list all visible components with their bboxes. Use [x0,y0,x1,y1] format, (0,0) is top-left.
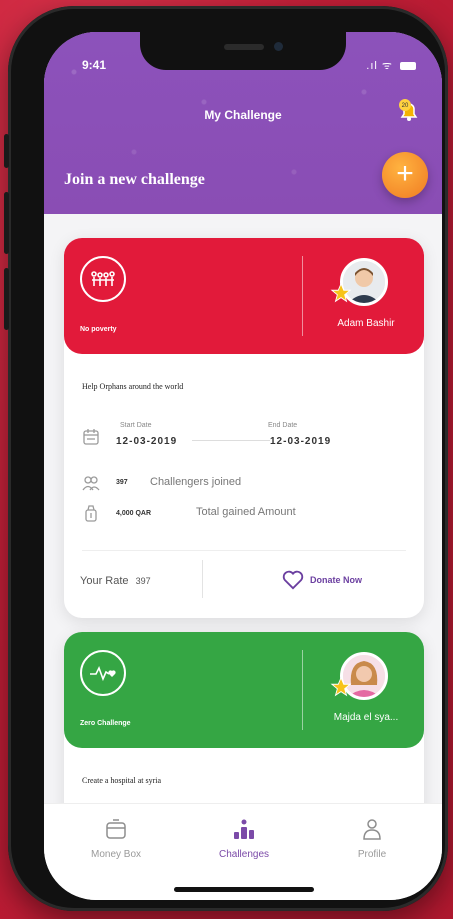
tab-profile[interactable]: Profile [322,818,422,860]
speaker [224,44,264,50]
add-challenge-button[interactable]: + [382,152,428,198]
donate-now-button[interactable]: Donate Now [282,570,362,590]
users-icon [82,476,100,491]
signal-icon: .ıl [366,60,378,72]
owner-name: Adam Bashir [337,318,395,329]
heart-icon [282,570,304,590]
joined-count: 397 [116,479,128,486]
front-camera [274,42,283,51]
card-1-header: No poverty Adam Bashir [64,238,424,354]
donate-label: Donate Now [310,575,363,585]
rate-label: Your Rate [80,575,129,587]
start-date: 12-03-2019 [116,436,178,447]
join-challenge-label[interactable]: Join a new challenge [64,171,205,189]
profile-icon [363,819,381,840]
moneybox-icon [106,819,126,839]
card-2-header: Zero Challenge Majda el sya... [64,632,424,748]
your-rate: Your Rate 397 [80,575,151,587]
mute-switch [4,134,9,168]
battery-icon [400,62,416,71]
challenge-description: Help Orphans around the world [82,382,184,391]
challenge-name: No poverty [80,326,117,333]
gained-amount-label: Total gained Amount [196,506,296,518]
status-time: 9:41 [82,58,107,72]
bell-icon: 20 [399,99,418,121]
tab-label: Money Box [90,849,142,860]
status-icons: .ıl ᯤ [366,58,416,73]
family-icon [80,256,126,302]
notch [140,32,346,70]
card-divider [82,550,406,551]
challenges-icon [234,819,254,839]
home-indicator [174,887,314,892]
challenge-card-1[interactable]: No poverty Adam Bashir Help Orphans arou… [64,238,424,618]
calendar-icon [83,429,99,445]
challenge-description: Create a hospital at syria [82,776,162,785]
end-date-label: End Date [268,422,298,429]
wifi-icon: ᯤ [381,60,393,72]
app-screen: 9:41 .ıl ᯤ My Challenge 20 Join a new ch… [44,32,442,900]
rate-divider [202,560,203,598]
page-title: My Challenge [204,108,282,122]
star-badge-icon [330,676,352,697]
money-bag-icon [85,505,97,522]
date-separator [192,440,270,441]
start-date-label: Start Date [120,422,152,429]
phone-frame: 9:41 .ıl ᯤ My Challenge 20 Join a new ch… [4,6,448,911]
tab-challenges[interactable]: Challenges [194,818,294,860]
header-divider [302,650,303,730]
tab-label: Challenges [218,849,270,860]
star-badge-icon [330,282,352,303]
gained-amount: 4,000 QAR [116,510,152,517]
volume-down-button [4,268,9,330]
bottom-tab-bar: Money Box Challenges Profile [44,803,442,900]
header-divider [302,256,303,336]
end-date: 12-03-2019 [270,436,332,447]
bell-badge: 20 [402,103,409,109]
tab-label: Profile [357,849,387,860]
challenge-name: Zero Challenge [80,720,131,727]
heartbeat-icon [80,650,126,696]
joined-label: Challengers joined [150,476,242,488]
rate-value: 397 [135,576,151,586]
volume-up-button [4,192,9,254]
notification-bell-button[interactable]: 20 [396,98,422,124]
tab-money-box[interactable]: Money Box [66,818,166,860]
owner-name: Majda el sya... [333,712,399,723]
